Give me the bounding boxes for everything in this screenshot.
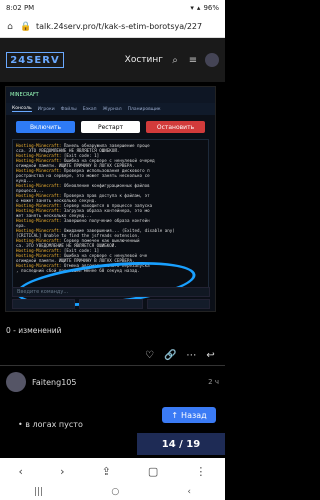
start-button: Включить [16, 121, 75, 133]
divider [0, 365, 225, 366]
more-icon[interactable]: ⋯ [186, 350, 196, 361]
post-time[interactable]: 2 ч [208, 378, 219, 386]
panel-nav-label: MINECRAFT [10, 92, 39, 98]
post-pager[interactable]: 14 / 19 [137, 433, 225, 455]
reply-icon[interactable]: ↩ [206, 350, 214, 361]
home-button-icon[interactable]: ○ [111, 487, 119, 497]
restart-button: Рестарт [81, 121, 140, 133]
panel-tab: Журнал [102, 106, 122, 112]
command-input: Введите команду... [12, 287, 210, 297]
panel-controls: Включить Рестарт Остановить [6, 115, 215, 139]
post-author: Faiteng105 2 ч [6, 372, 219, 392]
back-button-label: Назад [181, 410, 207, 420]
system-back-icon[interactable]: ‹ [187, 487, 191, 497]
browser-url-bar: ⌂ 🔒 talk.24serv.pro/t/kak-s-etim-borotsy… [0, 16, 225, 38]
status-bar: 8:02 PM ▾ ▴ 96% [0, 0, 225, 16]
panel-tab: Консоль [12, 106, 32, 112]
panel-tabs: Консоль Игроки Файлы Бэкап Журнал Планир… [6, 103, 215, 115]
post-actions: ♡ 🔗 ⋯ ↩ [145, 350, 215, 361]
status-time: 8:02 PM [6, 4, 35, 12]
share-icon[interactable]: ⇪ [102, 465, 111, 478]
site-title[interactable]: Хостинг [125, 55, 163, 65]
heart-icon[interactable]: ♡ [145, 350, 154, 361]
tabs-icon[interactable]: ▢ [148, 465, 158, 478]
recent-apps-icon[interactable]: ||| [34, 487, 43, 497]
battery-level: 96% [203, 4, 219, 12]
menu-icon[interactable]: ≡ [187, 54, 199, 66]
signal-icon: ▴ [196, 4, 201, 12]
link-icon[interactable]: 🔗 [164, 350, 176, 361]
panel-tab: Файлы [60, 106, 77, 112]
avatar[interactable] [6, 372, 26, 392]
system-nav-bar: ||| ○ ‹ [0, 484, 225, 500]
user-avatar[interactable] [205, 53, 219, 67]
panel-tab: Бэкап [82, 106, 97, 112]
lock-icon[interactable]: 🔒 [20, 21, 32, 33]
back-arrow-icon[interactable]: ‹ [19, 465, 23, 478]
stop-button: Остановить [146, 121, 205, 133]
post-changes-count: 0 - изменений [6, 326, 62, 335]
arrow-up-icon: ↑ [171, 410, 179, 420]
browser-bottom-bar: ‹ › ⇪ ▢ ⋮ [0, 458, 225, 484]
back-button[interactable]: ↑ Назад [162, 407, 216, 423]
wifi-icon: ▾ [190, 4, 194, 12]
username[interactable]: Faiteng105 [32, 378, 76, 387]
site-logo[interactable]: 24SERV [6, 52, 64, 68]
forward-arrow-icon[interactable]: › [60, 465, 64, 478]
panel-tab: Игроки [37, 106, 55, 112]
search-icon[interactable]: ⌕ [169, 54, 181, 66]
panel-tab: Планировщик [127, 106, 161, 112]
panel-nav: MINECRAFT [6, 87, 215, 103]
browser-menu-icon[interactable]: ⋮ [195, 465, 206, 478]
panel-stat-blocks [12, 299, 210, 309]
embedded-screenshot: MINECRAFT Консоль Игроки Файлы Бэкап Жур… [5, 86, 216, 314]
url-text[interactable]: talk.24serv.pro/t/kak-s-etim-borotsya/22… [36, 22, 221, 31]
home-icon[interactable]: ⌂ [4, 21, 16, 33]
site-header: 24SERV Хостинг ⌕ ≡ [0, 38, 225, 82]
